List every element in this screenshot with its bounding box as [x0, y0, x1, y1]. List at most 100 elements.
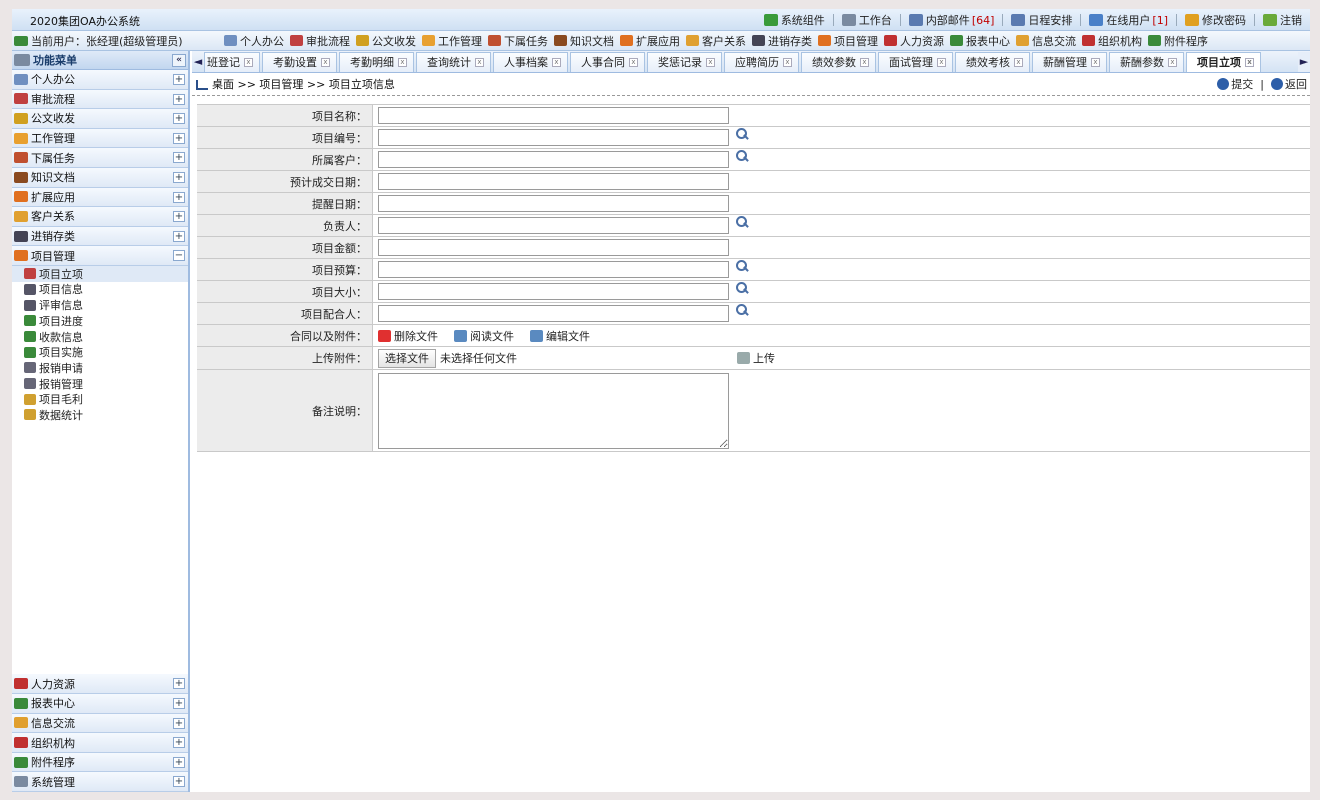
top-link-0[interactable]: 系统组件 — [756, 9, 833, 31]
tab-7[interactable]: 应聘简历 x — [724, 51, 799, 72]
sidebar-menu-item[interactable]: 扩展应用 + — [12, 187, 188, 208]
sidebar-sub-item[interactable]: 项目毛利 — [12, 391, 188, 407]
tab-1[interactable]: 考勤设置 x — [262, 51, 337, 72]
tab-6[interactable]: 奖惩记录 x — [647, 51, 722, 72]
choose-file-button[interactable]: 选择文件 — [378, 348, 436, 368]
tab-close-icon[interactable]: x — [244, 57, 253, 67]
quick-menu-item-8[interactable]: 进销存类 — [752, 33, 818, 49]
quick-menu-item-6[interactable]: 扩展应用 — [620, 33, 686, 49]
expand-toggle-icon[interactable]: + — [173, 230, 185, 242]
field-input[interactable] — [378, 151, 729, 168]
quick-menu-item-2[interactable]: 公文收发 — [356, 33, 422, 49]
sidebar-sub-item[interactable]: 项目实施 — [12, 344, 188, 360]
tab-scroll-left-icon[interactable]: ◄ — [192, 55, 204, 68]
search-icon[interactable] — [735, 149, 749, 163]
tab-close-icon[interactable]: x — [552, 57, 561, 67]
sidebar-sub-item[interactable]: 项目信息 — [12, 282, 188, 298]
tab-close-icon[interactable]: x — [1168, 57, 1177, 67]
field-input[interactable] — [378, 107, 729, 124]
expand-toggle-icon[interactable]: + — [173, 191, 185, 203]
sidebar-menu-item[interactable]: 工作管理 + — [12, 128, 188, 149]
tab-close-icon[interactable]: x — [1014, 57, 1023, 67]
expand-toggle-icon[interactable]: + — [173, 171, 185, 183]
sidebar-menu-item[interactable]: 审批流程 + — [12, 89, 188, 110]
expand-toggle-icon[interactable]: − — [173, 250, 185, 262]
top-link-4[interactable]: 在线用户 [1] — [1081, 9, 1176, 31]
quick-menu-item-5[interactable]: 知识文档 — [554, 33, 620, 49]
sidebar-sub-item[interactable]: 报销申请 — [12, 360, 188, 376]
field-input[interactable] — [378, 239, 729, 256]
sidebar-menu-item[interactable]: 附件程序 + — [12, 752, 188, 773]
tab-2[interactable]: 考勤明细 x — [339, 51, 414, 72]
sidebar-menu-item[interactable]: 下属任务 + — [12, 148, 188, 168]
quick-menu-item-10[interactable]: 人力资源 — [884, 33, 950, 49]
delete-file-button[interactable]: 删除文件 — [378, 328, 438, 344]
sidebar-menu-item[interactable]: 个人办公 + — [12, 70, 188, 90]
submit-button[interactable]: 提交 — [1214, 76, 1256, 92]
top-link-5[interactable]: 修改密码 — [1177, 9, 1254, 31]
expand-toggle-icon[interactable]: + — [173, 698, 185, 710]
expand-toggle-icon[interactable]: + — [173, 152, 185, 164]
quick-menu-item-9[interactable]: 项目管理 — [818, 33, 884, 49]
sidebar-sub-item[interactable]: 数据统计 — [12, 407, 188, 423]
sidebar-menu-item[interactable]: 客户关系 + — [12, 207, 188, 227]
tab-scroll-right-icon[interactable]: ► — [1298, 51, 1310, 72]
quick-menu-item-14[interactable]: 附件程序 — [1148, 33, 1214, 49]
quick-menu-item-13[interactable]: 组织机构 — [1082, 33, 1148, 49]
tab-9[interactable]: 面试管理 x — [878, 51, 953, 72]
sidebar-sub-item[interactable]: 评审信息 — [12, 297, 188, 313]
expand-toggle-icon[interactable]: + — [173, 756, 185, 768]
sidebar-menu-item[interactable]: 信息交流 + — [12, 713, 188, 734]
collapse-sidebar-button[interactable]: « — [172, 54, 186, 67]
tab-close-icon[interactable]: x — [398, 57, 407, 67]
tab-close-icon[interactable]: x — [860, 57, 869, 67]
sidebar-menu-item[interactable]: 系统管理 + — [12, 772, 188, 792]
tab-0[interactable]: 班登记 x — [204, 51, 260, 72]
tab-13[interactable]: 项目立项 x — [1186, 51, 1261, 72]
expand-toggle-icon[interactable]: + — [173, 113, 185, 125]
field-input[interactable] — [378, 129, 729, 146]
top-link-2[interactable]: 内部邮件 [64] — [901, 9, 1003, 31]
tab-close-icon[interactable]: x — [1245, 57, 1254, 67]
tab-5[interactable]: 人事合同 x — [570, 51, 645, 72]
field-input[interactable] — [378, 195, 729, 212]
expand-toggle-icon[interactable]: + — [173, 211, 185, 223]
search-icon[interactable] — [735, 215, 749, 229]
back-button[interactable]: 返回 — [1268, 76, 1310, 92]
sidebar-menu-item[interactable]: 组织机构 + — [12, 733, 188, 753]
top-link-3[interactable]: 日程安排 — [1003, 9, 1080, 31]
sidebar-sub-item[interactable]: 报销管理 — [12, 376, 188, 392]
field-input[interactable] — [378, 173, 729, 190]
field-input[interactable] — [378, 217, 729, 234]
expand-toggle-icon[interactable]: + — [173, 776, 185, 788]
quick-menu-item-4[interactable]: 下属任务 — [488, 33, 554, 49]
quick-menu-item-12[interactable]: 信息交流 — [1016, 33, 1082, 49]
sidebar-menu-item[interactable]: 人力资源 + — [12, 674, 188, 695]
quick-menu-item-3[interactable]: 工作管理 — [422, 33, 488, 49]
upload-button[interactable]: 上传 — [737, 350, 775, 366]
quick-menu-item-11[interactable]: 报表中心 — [950, 33, 1016, 49]
sidebar-sub-item[interactable]: 项目进度 — [12, 313, 188, 329]
expand-toggle-icon[interactable]: + — [173, 132, 185, 144]
tab-close-icon[interactable]: x — [321, 57, 330, 67]
read-file-button[interactable]: 阅读文件 — [454, 328, 514, 344]
sidebar-menu-item[interactable]: 公文收发 + — [12, 109, 188, 129]
search-icon[interactable] — [735, 259, 749, 273]
expand-toggle-icon[interactable]: + — [173, 74, 185, 85]
search-icon[interactable] — [735, 281, 749, 295]
field-input[interactable] — [378, 305, 729, 322]
tab-close-icon[interactable]: x — [783, 57, 792, 67]
edit-file-button[interactable]: 编辑文件 — [530, 328, 590, 344]
tab-3[interactable]: 查询统计 x — [416, 51, 491, 72]
field-input[interactable] — [378, 261, 729, 278]
tab-close-icon[interactable]: x — [475, 57, 484, 67]
remarks-textarea[interactable] — [378, 372, 729, 449]
quick-menu-item-7[interactable]: 客户关系 — [686, 33, 752, 49]
tab-10[interactable]: 绩效考核 x — [955, 51, 1030, 72]
expand-toggle-icon[interactable]: + — [173, 678, 185, 690]
top-link-1[interactable]: 工作台 — [834, 9, 900, 31]
expand-toggle-icon[interactable]: + — [173, 93, 185, 105]
tab-11[interactable]: 薪酬管理 x — [1032, 51, 1107, 72]
search-icon[interactable] — [735, 127, 749, 141]
quick-menu-item-0[interactable]: 个人办公 — [224, 33, 290, 49]
